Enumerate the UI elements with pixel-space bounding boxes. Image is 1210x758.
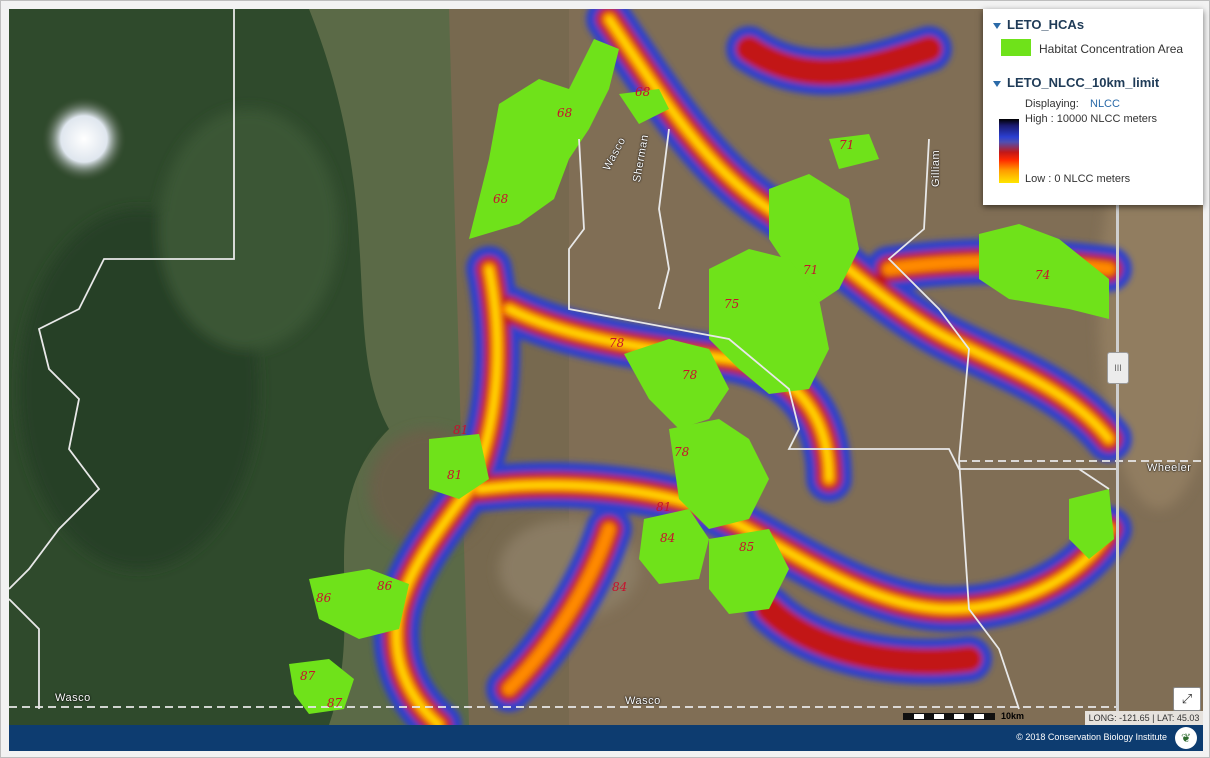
- hca-label: 74: [1035, 268, 1051, 282]
- hca-label: 68: [635, 85, 651, 99]
- nlcc-color-ramp: [999, 119, 1019, 183]
- hca-label: 71: [839, 138, 855, 152]
- hca-label: 86: [316, 591, 332, 605]
- hca-label: 75: [724, 297, 740, 311]
- zoom-slider-handle[interactable]: III: [1107, 352, 1129, 384]
- hca-label: 78: [674, 445, 690, 459]
- cbi-logo[interactable]: ❦: [1175, 727, 1197, 749]
- place-label-wasco-left: Wasco: [55, 692, 91, 704]
- ramp-low-label: Low : 0 NLCC meters: [1025, 173, 1131, 185]
- hca-label: 81: [447, 468, 463, 482]
- legend-layer-title: LETO_HCAs: [1007, 17, 1085, 32]
- scale-label: 10km: [1001, 711, 1025, 721]
- hca-label: 78: [682, 368, 698, 382]
- hca-label: 84: [660, 531, 676, 545]
- caret-down-icon: [993, 80, 1001, 87]
- place-label-wasco-bottom: Wasco: [625, 695, 661, 707]
- hca-label: 78: [609, 336, 625, 350]
- hca-label: 84: [612, 580, 628, 594]
- hca-label: 87: [300, 669, 316, 683]
- hca-label: 87: [327, 696, 343, 710]
- hca-label: 86: [377, 579, 393, 593]
- legend-item-label: Habitat Concentration Area: [1039, 42, 1184, 56]
- hca-label: 71: [803, 263, 819, 277]
- hca-label: 85: [739, 540, 755, 554]
- legend-layer-title: LETO_NLCC_10km_limit: [1007, 75, 1160, 90]
- legend-panel: LETO_HCAs Habitat Concentration Area LET…: [983, 9, 1203, 205]
- hca-label: 81: [453, 423, 469, 437]
- coordinate-readout: LONG: -121.65 | LAT: 45.03: [1085, 711, 1203, 725]
- hca-label: 68: [493, 192, 509, 206]
- footer-bar: © 2018 Conservation Biology Institute ❦: [9, 725, 1203, 751]
- expand-button[interactable]: ⤢: [1173, 687, 1201, 711]
- legend-layer-hcas-toggle[interactable]: LETO_HCAs: [993, 17, 1084, 32]
- hca-label: 81: [656, 500, 672, 514]
- caret-down-icon: [993, 22, 1001, 29]
- place-label-gilliam: Gilliam: [930, 149, 942, 187]
- hca-label: 68: [557, 106, 573, 120]
- hca-swatch: [1001, 39, 1031, 56]
- place-label-wheeler: Wheeler: [1147, 462, 1192, 474]
- displaying-value-link[interactable]: NLCC: [1090, 98, 1120, 110]
- legend-layer-nlcc-toggle[interactable]: LETO_NLCC_10km_limit: [993, 75, 1159, 90]
- expand-icon: ⤢: [1181, 691, 1193, 706]
- app-frame: Wasco Sherman Gilliam Wheeler Wasco Wasc…: [0, 0, 1210, 758]
- displaying-label: Displaying:: [1025, 98, 1079, 110]
- copyright-text: © 2018 Conservation Biology Institute: [1016, 732, 1167, 742]
- scale-bar: [903, 713, 995, 720]
- ramp-high-label: High : 10000 NLCC meters: [1025, 113, 1158, 125]
